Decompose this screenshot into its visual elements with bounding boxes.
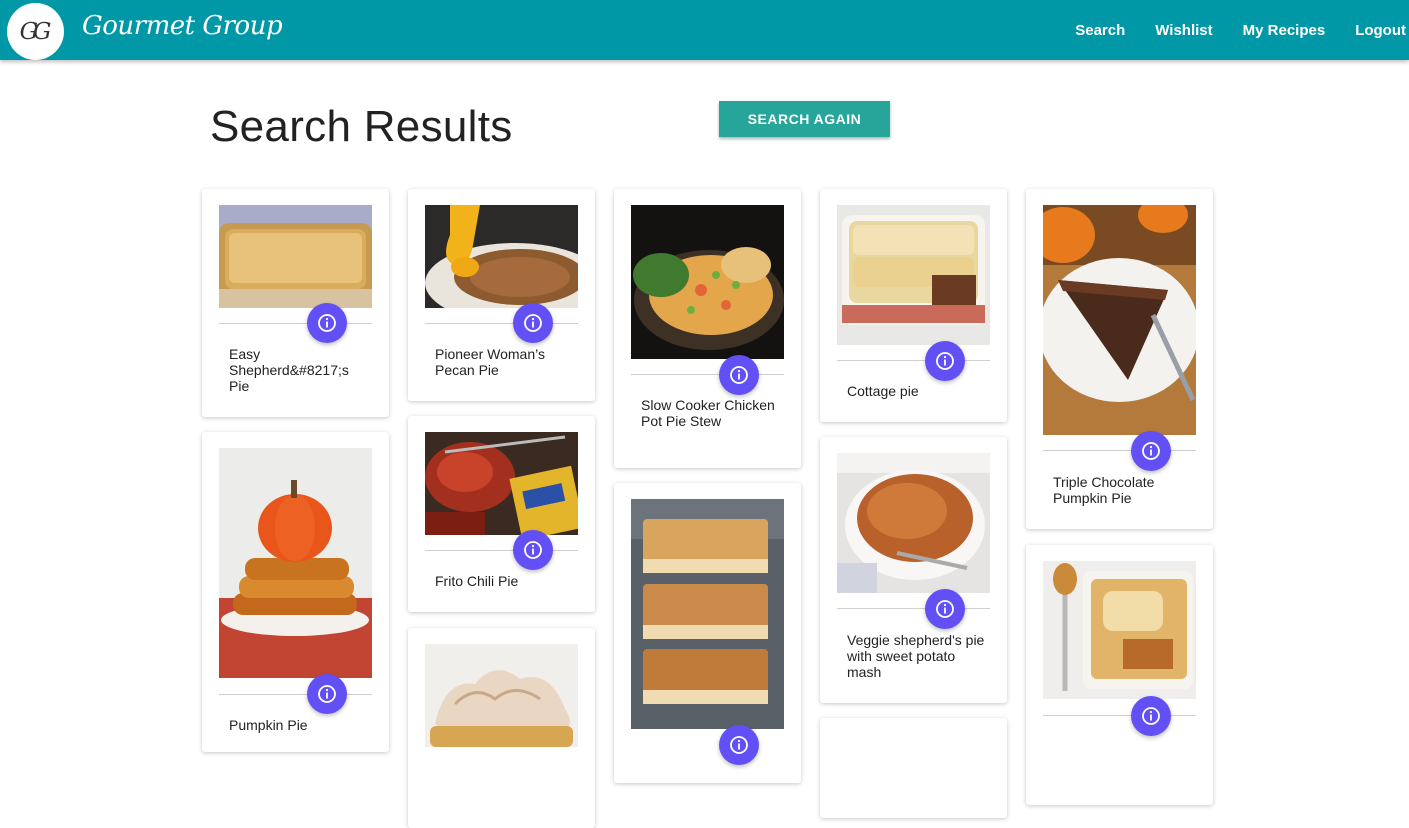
nav-logout-link[interactable]: Logout [1340,22,1409,39]
nav-links: Search Wishlist My Recipes Logout [1060,0,1409,60]
card-divider [631,374,784,375]
recipe-image[interactable] [631,205,784,359]
card-divider [425,550,578,551]
info-icon [936,352,954,370]
info-icon [318,314,336,332]
info-icon [1142,707,1160,725]
info-button[interactable] [1131,431,1171,471]
info-icon [1142,442,1160,460]
info-icon [318,685,336,703]
info-button[interactable] [307,674,347,714]
recipe-card: Pioneer Woman’s Pecan Pie [408,189,595,401]
recipe-card [820,718,1007,818]
recipe-title[interactable]: Frito Chili Pie [435,573,575,589]
recipe-card: Easy Shepherd&#8217;s Pie [202,189,389,417]
info-button[interactable] [513,303,553,343]
info-icon [524,541,542,559]
recipe-title[interactable]: Slow Cooker Chicken Pot Pie Stew [641,397,781,429]
info-button[interactable] [719,725,759,765]
info-icon [730,366,748,384]
search-again-button[interactable]: SEARCH AGAIN [719,101,890,137]
info-icon [936,600,954,618]
recipe-card [1026,545,1213,805]
recipe-image[interactable] [425,644,578,747]
info-icon [524,314,542,332]
recipe-image[interactable] [219,205,372,308]
card-divider [1043,450,1196,451]
recipe-image[interactable] [837,453,990,593]
card-divider [425,323,578,324]
recipe-card: Slow Cooker Chicken Pot Pie Stew [614,189,801,468]
card-divider [1043,715,1196,716]
info-button[interactable] [925,589,965,629]
logo[interactable]: GG [7,3,64,60]
recipe-image[interactable] [631,499,784,729]
info-button[interactable] [719,355,759,395]
nav-search-link[interactable]: Search [1060,22,1140,39]
nav-my-recipes-link[interactable]: My Recipes [1228,22,1341,39]
card-divider [837,360,990,361]
recipe-image[interactable] [219,448,372,678]
navbar: GG Gourmet Group Search Wishlist My Reci… [0,0,1409,60]
recipe-card [408,628,595,828]
recipe-title[interactable]: Pumpkin Pie [229,717,369,733]
recipe-title[interactable]: Cottage pie [847,383,987,399]
recipe-image[interactable] [1043,205,1196,435]
recipe-card: Pumpkin Pie [202,432,389,752]
info-button[interactable] [1131,696,1171,736]
card-divider [219,323,372,324]
card-divider [837,608,990,609]
recipe-title[interactable]: Pioneer Woman’s Pecan Pie [435,346,575,378]
card-divider [219,694,372,695]
recipe-card: Veggie shepherd's pie with sweet potato … [820,437,1007,703]
nav-wishlist-link[interactable]: Wishlist [1140,22,1227,39]
recipe-title[interactable]: Easy Shepherd&#8217;s Pie [229,346,369,394]
recipe-image[interactable] [425,205,578,308]
info-button[interactable] [925,341,965,381]
recipe-card: Frito Chili Pie [408,416,595,612]
logo-text: GG [19,18,52,45]
recipe-image[interactable] [837,205,990,345]
page-title: Search Results [210,102,513,151]
recipe-image[interactable] [425,432,578,535]
brand-name[interactable]: Gourmet Group [82,11,283,41]
recipe-title[interactable]: Veggie shepherd's pie with sweet potato … [847,632,987,680]
info-icon [730,736,748,754]
recipe-card: Cottage pie [820,189,1007,422]
recipe-card: Triple Chocolate Pumpkin Pie [1026,189,1213,529]
info-button[interactable] [513,530,553,570]
recipe-card [614,483,801,783]
info-button[interactable] [307,303,347,343]
recipe-title[interactable]: Triple Chocolate Pumpkin Pie [1053,474,1193,506]
recipe-image[interactable] [1043,561,1196,699]
